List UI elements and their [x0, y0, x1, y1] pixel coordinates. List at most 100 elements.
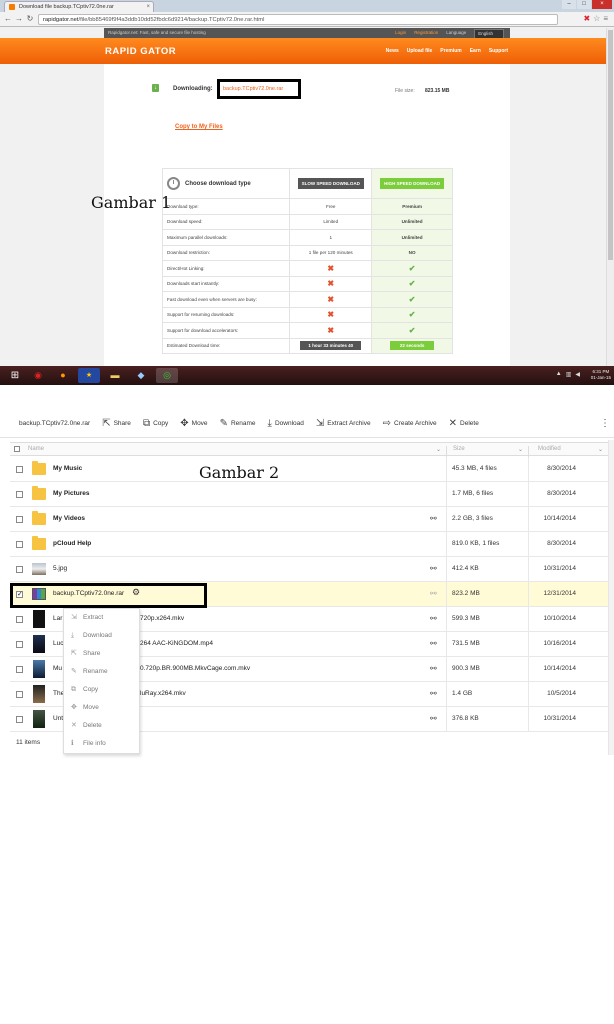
- download-icon: ⤓: [267, 417, 272, 429]
- copy-to-my-files-link[interactable]: Copy to My Files: [175, 124, 223, 130]
- row-checkbox[interactable]: [16, 491, 23, 498]
- maximize-icon[interactable]: □: [577, 0, 591, 9]
- forward-icon[interactable]: →: [14, 14, 24, 24]
- share-link-icon[interactable]: ⚯: [430, 639, 437, 648]
- slow-download-button[interactable]: SLOW SPEED DOWNLOAD: [297, 178, 364, 189]
- menu-icon[interactable]: ≡: [603, 14, 608, 24]
- menu-item-earn[interactable]: Earn: [470, 48, 481, 54]
- table-row[interactable]: 5.jpg ⚯ 412.4 KB 10/31/2014: [10, 557, 614, 582]
- extract-archive-button[interactable]: ⇲ Extract Archive: [316, 418, 371, 429]
- row-checkbox[interactable]: [16, 616, 23, 623]
- rapidgator-logo[interactable]: RAPID GATOR: [105, 46, 176, 57]
- table-row[interactable]: My Videos ⚯ 2.2 GB, 3 files 10/14/2014: [10, 507, 614, 532]
- context-item-move[interactable]: ✥ Move: [64, 699, 139, 717]
- premium-value-text: Unlimited: [401, 234, 423, 240]
- file-size-label: File size:: [395, 88, 415, 94]
- flag-app-icon[interactable]: ★: [78, 368, 100, 383]
- check-icon: ✔: [408, 294, 416, 304]
- context-item-extract[interactable]: ⇲ Extract: [64, 609, 139, 627]
- more-options-icon[interactable]: ⋮: [600, 418, 610, 429]
- bookmark-star-icon[interactable]: ☆: [593, 14, 600, 24]
- file-name[interactable]: pCloud Help: [53, 540, 91, 547]
- menu-item-news[interactable]: News: [386, 48, 399, 54]
- file-list-scrollbar[interactable]: [608, 440, 614, 755]
- share-link-icon[interactable]: ⚯: [430, 514, 437, 523]
- table-row[interactable]: My Pictures 1.7 MB, 6 files 8/30/2014: [10, 482, 614, 507]
- create-archive-button[interactable]: ⇨ Create Archive: [383, 418, 437, 429]
- context-item-delete[interactable]: ✕ Delete: [64, 717, 139, 735]
- menu-item-support[interactable]: Support: [489, 48, 508, 54]
- close-window-icon[interactable]: ×: [592, 0, 612, 9]
- file-name-continued: luRay.x264.mkv: [140, 690, 186, 697]
- menu-item-premium[interactable]: Premium: [440, 48, 461, 54]
- download-button[interactable]: ⤓ Download: [267, 417, 304, 429]
- tray-arrow-icon[interactable]: ▲: [556, 371, 562, 378]
- minimize-icon[interactable]: –: [562, 0, 576, 9]
- back-icon[interactable]: ←: [3, 14, 13, 24]
- reload-icon[interactable]: ↻: [25, 14, 35, 24]
- menu-item-upload[interactable]: Upload file: [407, 48, 433, 54]
- scrollbar-thumb[interactable]: [608, 30, 613, 260]
- size-sort-caret-icon[interactable]: ⌄: [518, 446, 523, 453]
- share-button[interactable]: ⇱ Share: [102, 418, 131, 429]
- start-button-icon[interactable]: ⊞: [4, 368, 26, 383]
- choose-cell: Choose download type: [161, 168, 291, 199]
- table-row[interactable]: My Music 45.3 MB, 4 files 8/30/2014: [10, 457, 614, 482]
- file-name[interactable]: My Music: [53, 465, 82, 472]
- row-checkbox[interactable]: [16, 566, 23, 573]
- rename-button[interactable]: ✎ Rename: [220, 418, 256, 429]
- blocked-popup-icon[interactable]: ✖: [583, 14, 590, 24]
- share-link-icon[interactable]: ⚯: [430, 614, 437, 623]
- modified-column[interactable]: Modified: [538, 446, 561, 452]
- share-link-icon[interactable]: ⚯: [430, 689, 437, 698]
- file-modified: 10/31/2014: [543, 715, 576, 722]
- share-link-icon[interactable]: ⚯: [430, 714, 437, 723]
- context-item-file-info[interactable]: ℹ File info: [64, 735, 139, 753]
- row-checkbox[interactable]: [16, 516, 23, 523]
- browser-tab[interactable]: Download file backup.TCptiv72.0ne.rar ×: [4, 1, 154, 12]
- column-separator: [446, 532, 447, 556]
- move-button[interactable]: ✥ Move: [180, 417, 207, 429]
- share-link-icon[interactable]: ⚯: [430, 564, 437, 573]
- chrome-icon[interactable]: ◎: [156, 368, 178, 383]
- row-checkbox[interactable]: [16, 666, 23, 673]
- file-name[interactable]: 5.jpg: [53, 565, 67, 572]
- name-column[interactable]: Name: [28, 446, 44, 452]
- name-sort-caret-icon[interactable]: ⌄: [436, 446, 441, 453]
- delete-button[interactable]: ✕ Delete: [449, 418, 479, 429]
- copy-button[interactable]: ⧉ Copy: [143, 418, 168, 429]
- tab-close-icon[interactable]: ×: [146, 2, 150, 12]
- row-checkbox[interactable]: [16, 641, 23, 648]
- table-row[interactable]: pCloud Help 819.0 KB, 1 files 8/30/2014: [10, 532, 614, 557]
- row-checkbox[interactable]: [16, 466, 23, 473]
- url-input[interactable]: rapidgator.net/file/bb85469f9f4a3ddb10dd…: [38, 14, 558, 25]
- firefox-icon[interactable]: ●: [52, 368, 74, 383]
- move-icon: ✥: [180, 417, 189, 429]
- size-column[interactable]: Size: [453, 446, 465, 452]
- high-speed-download-button[interactable]: HIGH SPEED DOWNLOAD: [380, 178, 445, 189]
- share-link-icon[interactable]: ⚯: [430, 664, 437, 673]
- page-scrollbar[interactable]: [606, 28, 614, 368]
- context-item-share[interactable]: ⇱ Share: [64, 645, 139, 663]
- volume-icon[interactable]: ◀: [575, 371, 580, 378]
- column-separator: [528, 632, 529, 656]
- feature-label: Downloads start instantly:: [161, 275, 291, 292]
- app-icon[interactable]: ◆: [130, 368, 152, 383]
- context-item-copy[interactable]: ⧉ Copy: [64, 681, 139, 699]
- file-explorer-icon[interactable]: ▬: [104, 368, 126, 383]
- feature-label: Download type:: [161, 198, 291, 215]
- modified-sort-caret-icon[interactable]: ⌄: [598, 446, 603, 453]
- row-checkbox[interactable]: [16, 541, 23, 548]
- opera-icon[interactable]: ◉: [27, 368, 49, 383]
- context-item-rename[interactable]: ✎ Rename: [64, 663, 139, 681]
- network-icon[interactable]: ▥: [566, 371, 572, 378]
- file-name[interactable]: My Pictures: [53, 490, 90, 497]
- estimated-label: Estimated Download time:: [161, 337, 291, 354]
- taskbar-clock[interactable]: 6:31 PM 01-Jan-15: [591, 369, 611, 381]
- row-checkbox[interactable]: [16, 716, 23, 723]
- header-checkbox[interactable]: [14, 446, 20, 454]
- row-checkbox[interactable]: [16, 691, 23, 698]
- share-link-icon[interactable]: ⚯: [430, 589, 437, 598]
- file-name[interactable]: My Videos: [53, 515, 85, 522]
- context-item-download[interactable]: ⤓ Download: [64, 627, 139, 645]
